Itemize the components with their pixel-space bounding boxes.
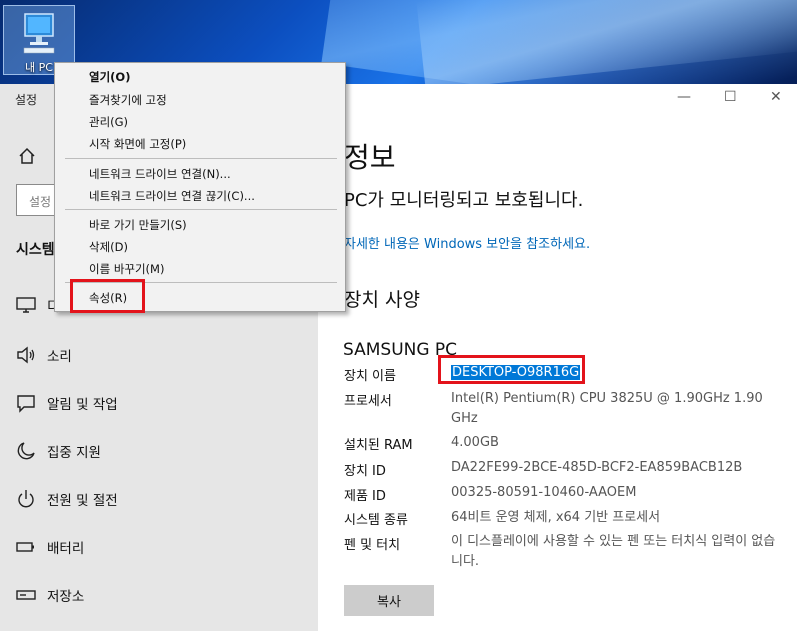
sidebar-item-sound[interactable]: 소리 bbox=[0, 334, 318, 374]
spec-label: 장치 ID bbox=[344, 464, 386, 479]
close-button[interactable]: ✕ bbox=[770, 89, 782, 105]
sidebar-item-label: 집중 지원 bbox=[47, 445, 101, 461]
menu-item-rename[interactable]: 이름 바꾸기(M) bbox=[89, 261, 164, 277]
sidebar-item-label: 소리 bbox=[47, 349, 72, 365]
sidebar-item-label: 배터리 bbox=[47, 541, 85, 557]
menu-item-disconnect-network-drive[interactable]: 네트워크 드라이브 연결 끊기(C)... bbox=[89, 188, 255, 204]
message-icon bbox=[17, 395, 35, 413]
menu-item-map-network-drive[interactable]: 네트워크 드라이브 연결(N)... bbox=[89, 166, 231, 182]
sidebar-item-power[interactable]: 전원 및 절전 bbox=[0, 478, 318, 518]
spec-value-device-id: DA22FE99-2BCE-485D-BCF2-EA859BACB12B bbox=[451, 460, 743, 475]
menu-item-create-shortcut[interactable]: 바로 가기 만들기(S) bbox=[89, 217, 187, 233]
windows-security-link[interactable]: 자세한 내용은 Windows 보안을 참조하세요. bbox=[344, 233, 590, 252]
sidebar-item-label: 알림 및 작업 bbox=[47, 397, 118, 413]
moon-icon bbox=[17, 442, 35, 460]
spec-value-product-id: 00325-80591-10460-AAOEM bbox=[451, 485, 637, 500]
sidebar-item-label: 전원 및 절전 bbox=[47, 493, 118, 509]
sidebar-item-notifications[interactable]: 알림 및 작업 bbox=[0, 382, 318, 422]
menu-separator bbox=[65, 209, 337, 210]
highlight-box bbox=[70, 279, 145, 313]
page-title: 정보 bbox=[344, 141, 396, 174]
maximize-button[interactable]: ☐ bbox=[724, 89, 737, 105]
sidebar-item-label: 저장소 bbox=[47, 589, 85, 605]
storage-icon bbox=[16, 590, 36, 600]
monitor-icon bbox=[16, 297, 36, 313]
spec-label: 프로세서 bbox=[344, 394, 392, 409]
device-specs-heading: 장치 사양 bbox=[344, 289, 420, 311]
computer-icon bbox=[23, 13, 55, 54]
home-icon[interactable] bbox=[18, 147, 36, 165]
menu-separator bbox=[65, 158, 337, 159]
search-placeholder: 설정 bbox=[29, 195, 52, 209]
speaker-icon bbox=[17, 346, 35, 364]
window-title: 설정 bbox=[15, 93, 38, 107]
minimize-button[interactable]: — bbox=[677, 89, 691, 105]
context-menu: 열기(O) 즐겨찾기에 고정 관리(G) 시작 화면에 고정(P) 네트워크 드… bbox=[54, 62, 346, 312]
spec-label: 시스템 종류 bbox=[344, 513, 408, 528]
spec-value-processor: Intel(R) Pentium(R) CPU 3825U @ 1.90GHz … bbox=[451, 391, 763, 426]
spec-value-pen-touch: 이 디스플레이에 사용할 수 있는 펜 또는 터치식 입력이 없습니다. bbox=[451, 534, 776, 569]
sidebar-item-battery[interactable]: 배터리 bbox=[0, 526, 318, 566]
battery-icon bbox=[16, 542, 34, 552]
menu-item-delete[interactable]: 삭제(D) bbox=[89, 239, 128, 255]
spec-value-system-type: 64비트 운영 체제, x64 기반 프로세서 bbox=[451, 510, 661, 525]
sidebar-item-storage[interactable]: 저장소 bbox=[0, 574, 318, 614]
highlight-box bbox=[438, 355, 585, 384]
spec-value-ram: 4.00GB bbox=[451, 435, 499, 450]
menu-item-pin-quick-access[interactable]: 즐겨찾기에 고정 bbox=[89, 92, 167, 108]
menu-item-pin-start[interactable]: 시작 화면에 고정(P) bbox=[89, 136, 186, 152]
protection-status: PC가 모니터링되고 보호됩니다. bbox=[344, 190, 584, 211]
copy-button[interactable]: 복사 bbox=[344, 585, 434, 616]
spec-label: 설치된 RAM bbox=[344, 438, 413, 453]
spec-label: 장치 이름 bbox=[344, 369, 396, 384]
section-heading: 시스템 bbox=[16, 242, 55, 258]
power-icon bbox=[18, 490, 34, 508]
spec-label: 제품 ID bbox=[344, 489, 386, 504]
sidebar-item-focus-assist[interactable]: 집중 지원 bbox=[0, 430, 318, 470]
spec-label: 펜 및 터치 bbox=[344, 538, 401, 553]
menu-item-manage[interactable]: 관리(G) bbox=[89, 114, 128, 130]
menu-item-open[interactable]: 열기(O) bbox=[89, 69, 130, 85]
